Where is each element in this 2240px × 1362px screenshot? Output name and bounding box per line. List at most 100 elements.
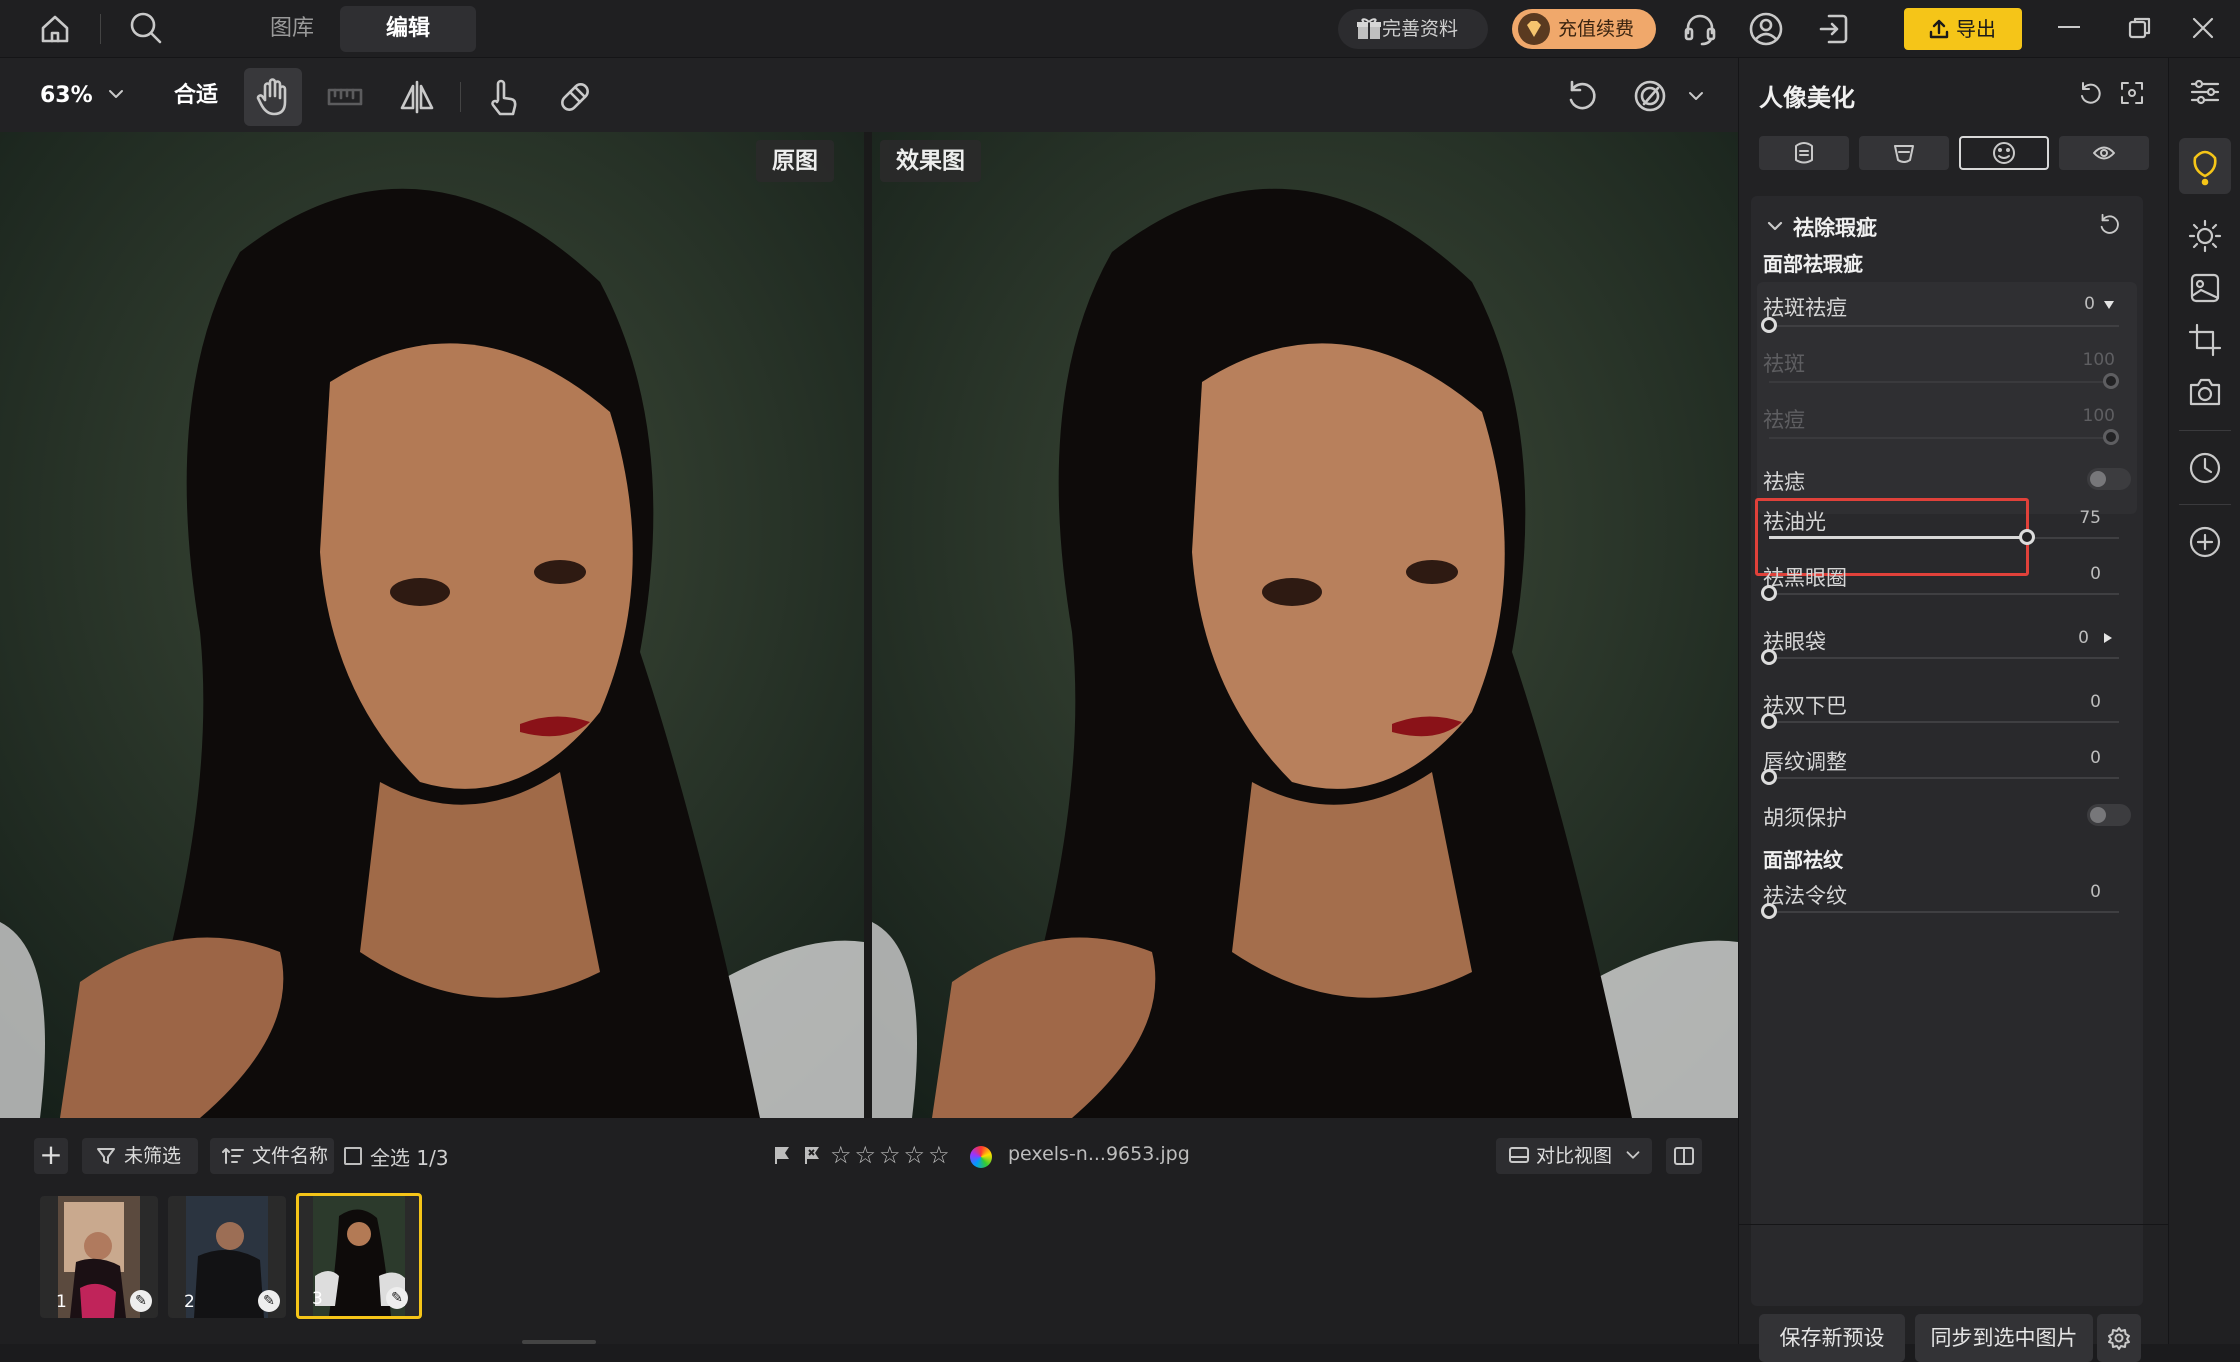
collapse-chevron-icon[interactable] (1765, 216, 1785, 236)
add-tool-icon[interactable] (2187, 524, 2223, 560)
reset-icon[interactable] (2077, 80, 2103, 106)
upload-icon (1928, 18, 1950, 40)
history-icon[interactable] (2187, 450, 2223, 486)
subsection-wrinkle: 面部祛纹 (1763, 848, 1843, 872)
home-icon[interactable] (38, 12, 72, 46)
adjust-sliders-icon[interactable] (2187, 74, 2223, 110)
expand-triangle-icon[interactable] (2103, 300, 2115, 310)
spots-label: 祛斑 (1763, 352, 1805, 376)
edited-badge-icon: ✎ (386, 1287, 408, 1309)
lip-lines-slider-track[interactable] (1769, 777, 2119, 779)
zoom-select[interactable]: 63% (40, 78, 123, 114)
ruler-icon[interactable] (316, 68, 374, 126)
fullscreen-icon[interactable] (2119, 80, 2145, 106)
spots-acne-slider-handle[interactable] (1761, 317, 1777, 333)
acne-slider-track (1769, 437, 2119, 439)
top-bar: 图库 编辑 完善资料 充值续费 导出 (0, 0, 2240, 58)
fit-button[interactable]: 合适 (174, 78, 218, 114)
eye-bags-value: 0 (2078, 628, 2089, 648)
section-title[interactable]: 祛除瑕疵 (1793, 212, 1877, 242)
filmstrip-scrollbar[interactable] (522, 1340, 596, 1344)
tab-face-blemish[interactable] (1959, 136, 2049, 170)
thumbnail-2[interactable]: 2 ✎ (168, 1196, 286, 1318)
sync-settings-button[interactable] (2097, 1314, 2141, 1362)
nasolabial-slider-handle[interactable] (1761, 903, 1777, 919)
light-adjust-icon[interactable] (2187, 218, 2223, 254)
original-image[interactable] (0, 132, 864, 1118)
divider (2179, 504, 2231, 505)
acne-value: 100 (2082, 406, 2115, 426)
hand-tool-icon[interactable] (244, 68, 302, 126)
sort-button[interactable]: 文件名称 (210, 1138, 334, 1174)
filename-label: pexels-n...9653.jpg (1008, 1143, 1190, 1165)
camera-icon[interactable] (2187, 374, 2223, 410)
spots-acne-label: 祛斑祛痘 (1763, 296, 1847, 320)
eye-bags-slider-track[interactable] (1769, 657, 2119, 659)
beard-protect-toggle[interactable] (2087, 804, 2131, 826)
touch-gesture-icon[interactable] (474, 68, 532, 126)
flip-horizontal-icon[interactable] (388, 68, 446, 126)
user-account-icon[interactable] (1748, 11, 1784, 47)
dark-circles-slider-handle[interactable] (1761, 585, 1777, 601)
undo-reset-icon[interactable] (1564, 78, 1600, 114)
compare-view-select[interactable]: 对比视图 (1496, 1138, 1652, 1174)
original-label: 原图 (756, 140, 834, 182)
mole-toggle[interactable] (2087, 468, 2131, 490)
image-edit-icon[interactable] (2187, 270, 2223, 306)
dark-circles-slider-track[interactable] (1769, 593, 2119, 595)
chevron-down-icon[interactable] (1684, 84, 1708, 108)
color-label-icon[interactable] (970, 1146, 992, 1168)
close-icon[interactable] (2190, 15, 2216, 41)
star-rating[interactable]: ☆☆☆☆☆ (830, 1141, 953, 1169)
expand-triangle-icon[interactable] (2103, 632, 2113, 644)
thumbnail-number: 3 (312, 1289, 323, 1309)
restore-icon[interactable] (2126, 14, 2154, 42)
dark-circles-value: 0 (2090, 564, 2101, 584)
thumbnail-3-selected[interactable]: 3 ✎ (296, 1193, 422, 1319)
split-view-icon (1673, 1145, 1695, 1167)
sync-to-selected-button[interactable]: 同步到选中图片 (1915, 1314, 2093, 1362)
customer-service-icon[interactable] (1682, 11, 1718, 47)
crop-icon[interactable] (2187, 322, 2223, 358)
oil-slider-fill (1769, 536, 2029, 539)
eraser-icon[interactable] (546, 68, 604, 126)
section-reset-icon[interactable] (2097, 212, 2121, 236)
filter-button[interactable]: 未筛选 (82, 1138, 198, 1174)
flag-reject-icon[interactable] (802, 1145, 822, 1165)
compare-mode-icon[interactable] (1632, 78, 1668, 114)
recharge-vip-button[interactable]: 充值续费 (1512, 9, 1656, 49)
spots-acne-slider-track[interactable] (1769, 325, 2119, 327)
tab-makeup[interactable] (1859, 136, 1949, 170)
double-chin-slider-track[interactable] (1769, 721, 2119, 723)
minimize-icon[interactable] (2058, 26, 2080, 28)
oil-slider-handle[interactable] (2019, 529, 2035, 545)
lip-lines-slider-handle[interactable] (1761, 769, 1777, 785)
export-button[interactable]: 导出 (1904, 8, 2022, 50)
tab-skin[interactable] (1759, 136, 1849, 170)
complete-profile-button[interactable]: 完善资料 (1338, 9, 1488, 49)
adjust-panel: 人像美化 祛除瑕疵 面部祛瑕疵 祛斑祛痘 0 祛斑 100 祛痘 100 祛痣 … (1738, 58, 2169, 1362)
tab-edit[interactable]: 编辑 (340, 6, 477, 52)
save-preset-button[interactable]: 保存新预设 (1759, 1314, 1905, 1362)
add-image-button[interactable]: + (34, 1138, 68, 1174)
tab-body[interactable] (2059, 136, 2149, 170)
flag-pick-icon[interactable] (772, 1145, 792, 1165)
eye-bags-slider-handle[interactable] (1761, 649, 1777, 665)
select-all-checkbox[interactable] (344, 1147, 362, 1165)
recharge-vip-label: 充值续费 (1558, 18, 1635, 40)
compare-view-icon (1508, 1146, 1530, 1166)
complete-profile-label: 完善资料 (1382, 18, 1459, 40)
acne-slider-handle (2103, 429, 2119, 445)
logout-icon[interactable] (1815, 11, 1851, 47)
portrait-beauty-tool-active[interactable] (2179, 138, 2231, 194)
split-view-button[interactable] (1666, 1138, 1702, 1174)
thumbnail-1[interactable]: 1 ✎ (40, 1196, 158, 1318)
split-divider[interactable] (864, 132, 872, 1118)
panel-title: 人像美化 (1759, 84, 1855, 112)
edit-toolbar: 63% 合适 (0, 58, 1738, 132)
double-chin-slider-handle[interactable] (1761, 713, 1777, 729)
search-icon[interactable] (128, 10, 164, 46)
effect-image[interactable] (872, 132, 1738, 1118)
nasolabial-slider-track[interactable] (1769, 911, 2119, 913)
select-all-label[interactable]: 全选 1/3 (370, 1142, 449, 1171)
